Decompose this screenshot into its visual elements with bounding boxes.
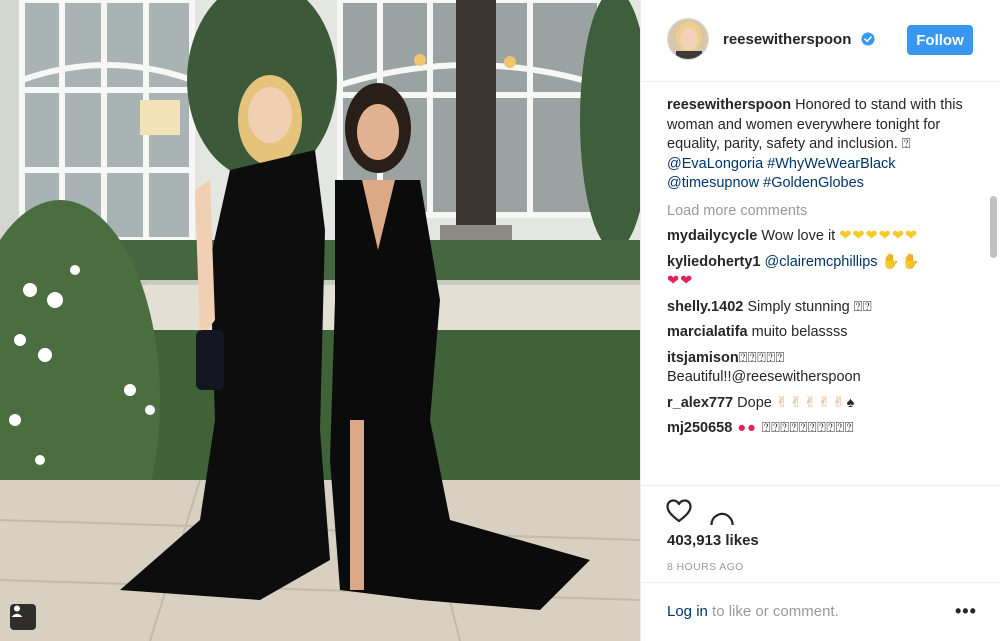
heart-emoji: ❤❤ bbox=[667, 273, 694, 289]
post-header: reesewitherspoon Follow bbox=[641, 0, 1000, 82]
comment-username[interactable]: kyliedoherty1 bbox=[667, 254, 761, 270]
comments-scrollbar[interactable] bbox=[990, 196, 997, 258]
post-actions: 403,913 likes 8 HOURS AGO bbox=[641, 485, 1000, 585]
caption-mention[interactable]: @timesupnow bbox=[667, 175, 759, 191]
comment-username[interactable]: marcialatifa bbox=[667, 324, 748, 340]
caption-emoji: ⍰ bbox=[901, 136, 912, 152]
comments-list[interactable]: reesewitherspoon Honored to stand with t… bbox=[667, 96, 973, 484]
comment-username[interactable]: itsjamison bbox=[667, 350, 739, 366]
post-timestamp[interactable]: 8 HOURS AGO bbox=[667, 561, 744, 573]
comment-username[interactable]: shelly.1402 bbox=[667, 299, 743, 315]
post-sidebar: reesewitherspoon Follow reesewitherspoon… bbox=[640, 0, 1000, 641]
avatar[interactable] bbox=[667, 18, 709, 60]
comment-mention[interactable]: @clairemcphillips bbox=[761, 254, 882, 270]
clap-emoji: ✋✋ bbox=[881, 253, 922, 270]
comment-icon[interactable] bbox=[707, 497, 735, 525]
comment-username[interactable]: r_alex777 bbox=[667, 395, 733, 411]
comment-item: shelly.1402 Simply stunning ⍰⍰ bbox=[667, 298, 973, 318]
post-photo[interactable] bbox=[0, 0, 640, 641]
caption: reesewitherspoon Honored to stand with t… bbox=[667, 96, 973, 194]
lips-emoji: ●● bbox=[732, 420, 762, 436]
comment-text: Simply stunning bbox=[743, 298, 854, 315]
comment-emoji: ⍰⍰⍰⍰⍰ bbox=[738, 349, 785, 366]
heart-icon[interactable] bbox=[665, 497, 693, 525]
caption-hashtag[interactable]: #GoldenGlobes bbox=[763, 175, 864, 191]
comment-emoji: ⍰⍰ bbox=[853, 298, 873, 315]
likes-count[interactable]: 403,913 likes bbox=[667, 532, 759, 549]
login-bar: Log in to like or comment. ••• bbox=[641, 582, 1000, 641]
comment-item: kyliedoherty1 @clairemcphillips ✋✋ ❤❤ bbox=[667, 253, 973, 292]
login-link[interactable]: Log in bbox=[667, 603, 708, 620]
verified-badge-icon bbox=[861, 32, 875, 46]
comment-username[interactable]: mydailycycle bbox=[667, 228, 757, 244]
login-prompt: Log in to like or comment. bbox=[667, 603, 839, 620]
comment-text: Wow love it bbox=[757, 228, 840, 244]
spade-emoji: ♠ bbox=[846, 394, 855, 411]
comment-item: mydailycycle Wow love it ❤❤❤❤❤❤ bbox=[667, 227, 973, 247]
comment-text: Beautiful!!@reesewitherspoon bbox=[667, 369, 861, 385]
user-tag-icon[interactable] bbox=[10, 604, 36, 630]
ok-hand-emoji: ✌✌✌✌✌ bbox=[775, 394, 847, 411]
load-more-comments[interactable]: Load more comments bbox=[667, 202, 973, 222]
username[interactable]: reesewitherspoon bbox=[723, 31, 851, 48]
login-prompt-text: to like or comment. bbox=[707, 603, 839, 620]
caption-hashtag[interactable]: #WhyWeWearBlack bbox=[767, 156, 895, 172]
more-icon[interactable]: ••• bbox=[955, 601, 977, 622]
comment-text: Dope bbox=[733, 394, 776, 411]
caption-username[interactable]: reesewitherspoon bbox=[667, 97, 791, 113]
comment-username[interactable]: mj250658 bbox=[667, 420, 732, 436]
heart-emoji: ❤❤❤❤❤❤ bbox=[839, 228, 919, 244]
caption-mention[interactable]: @EvaLongoria bbox=[667, 156, 763, 172]
photo-scene bbox=[0, 0, 640, 641]
comment-emoji: ⍰⍰⍰⍰⍰⍰⍰⍰⍰⍰ bbox=[761, 420, 854, 436]
comment-item: r_alex777 Dope ✌✌✌✌✌♠ bbox=[667, 394, 973, 414]
comment-item: marcialatifa muito belassss bbox=[667, 323, 973, 343]
comment-item: mj250658 ●● ⍰⍰⍰⍰⍰⍰⍰⍰⍰⍰ bbox=[667, 419, 973, 439]
comment-item: itsjamison ⍰⍰⍰⍰⍰ Beautiful!!@reesewither… bbox=[667, 349, 973, 388]
comment-text: muito belassss bbox=[747, 324, 848, 340]
follow-button[interactable]: Follow bbox=[907, 25, 973, 55]
